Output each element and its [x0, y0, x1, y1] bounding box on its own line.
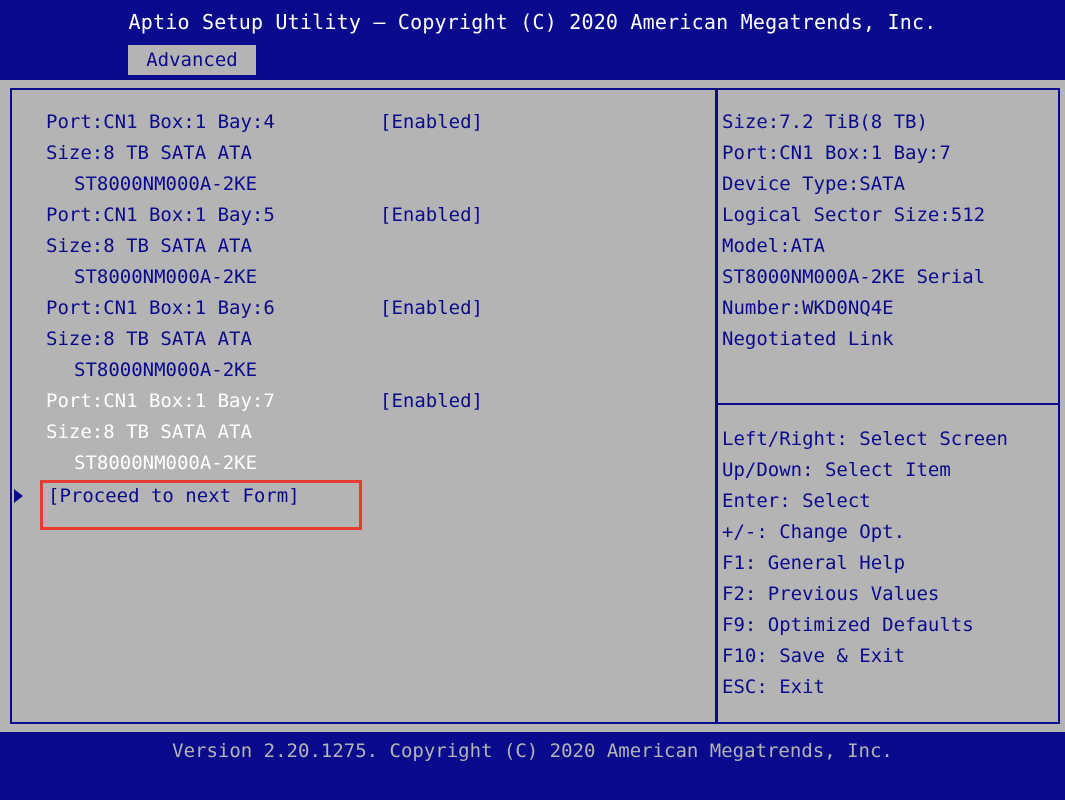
model-label: ST8000NM000A-2KE: [74, 359, 258, 381]
size-label: Size:8 TB SATA ATA: [46, 328, 252, 350]
device-info-size: Size:7.2 TiB(8 TB): [722, 111, 928, 133]
size-label: Size:8 TB SATA ATA: [46, 235, 252, 257]
size-label: Size:8 TB SATA ATA: [46, 421, 252, 443]
port-label: Port:CN1 Box:1 Bay:5: [46, 204, 275, 226]
help-key-change-opt: +/-: Change Opt.: [722, 521, 906, 543]
header-bar: Aptio Setup Utility – Copyright (C) 2020…: [0, 0, 1065, 80]
highlight-box: [40, 480, 362, 530]
port-label: Port:CN1 Box:1 Bay:7: [46, 390, 275, 412]
port-value[interactable]: [Enabled]: [380, 296, 483, 320]
device-info-port: Port:CN1 Box:1 Bay:7: [722, 142, 951, 164]
device-info-type: Device Type:SATA: [722, 173, 906, 195]
help-key-f9: F9: Optimized Defaults: [722, 614, 974, 636]
settings-panel: Port:CN1 Box:1 Bay:4 [Enabled] Size:8 TB…: [10, 88, 717, 724]
model-label: ST8000NM000A-2KE: [74, 266, 258, 288]
port-label: Port:CN1 Box:1 Bay:6: [46, 297, 275, 319]
device-info-serial-number: Number:WKD0NQ4E: [722, 297, 894, 319]
port-value[interactable]: [Enabled]: [380, 110, 483, 134]
port-label: Port:CN1 Box:1 Bay:4: [46, 111, 275, 133]
submenu-arrow-icon: [14, 489, 23, 503]
help-key-esc: ESC: Exit: [722, 676, 825, 698]
help-key-enter: Enter: Select: [722, 490, 871, 512]
device-info-negotiated-link: Negotiated Link: [722, 328, 894, 350]
help-panel: Size:7.2 TiB(8 TB) Port:CN1 Box:1 Bay:7 …: [716, 88, 1060, 724]
footer-bar: Version 2.20.1275. Copyright (C) 2020 Am…: [0, 732, 1065, 800]
help-divider: [718, 403, 1058, 405]
model-label: ST8000NM000A-2KE: [74, 173, 258, 195]
main-area: Port:CN1 Box:1 Bay:4 [Enabled] Size:8 TB…: [0, 80, 1065, 732]
help-key-up-down: Up/Down: Select Item: [722, 459, 951, 481]
device-info-sector-size: Logical Sector Size:512: [722, 204, 986, 226]
size-label: Size:8 TB SATA ATA: [46, 142, 252, 164]
model-label: ST8000NM000A-2KE: [74, 452, 258, 474]
version-text: Version 2.20.1275. Copyright (C) 2020 Am…: [172, 740, 893, 762]
device-info-model: Model:ATA: [722, 235, 825, 257]
help-key-f1: F1: General Help: [722, 552, 906, 574]
help-key-left-right: Left/Right: Select Screen: [722, 428, 1008, 450]
port-value[interactable]: [Enabled]: [380, 389, 483, 413]
help-key-f2: F2: Previous Values: [722, 583, 940, 605]
port-value[interactable]: [Enabled]: [380, 203, 483, 227]
device-info-model-serial: ST8000NM000A-2KE Serial: [722, 266, 986, 288]
utility-title: Aptio Setup Utility – Copyright (C) 2020…: [128, 10, 937, 34]
tab-advanced[interactable]: Advanced: [128, 45, 256, 75]
help-key-f10: F10: Save & Exit: [722, 645, 906, 667]
